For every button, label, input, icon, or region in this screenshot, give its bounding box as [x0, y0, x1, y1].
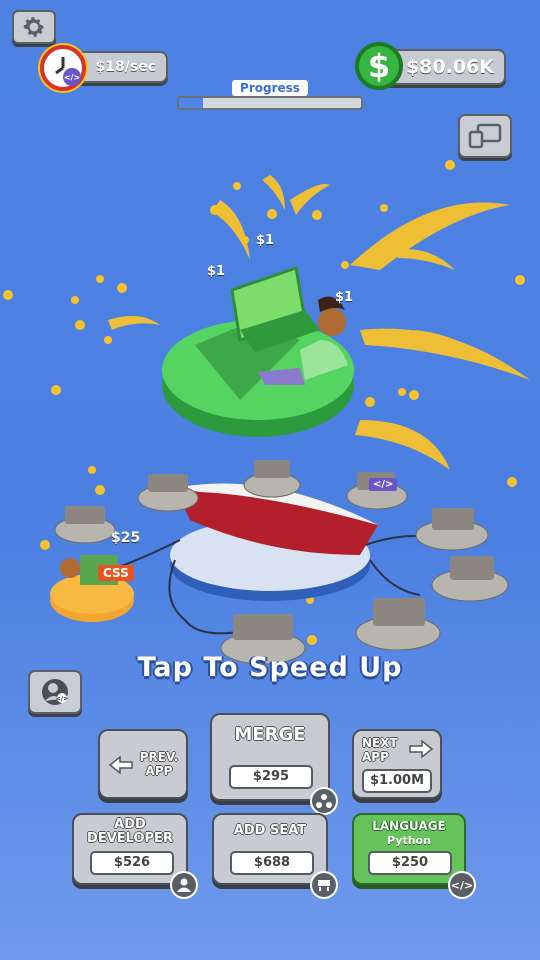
income-rate-text: $18/sec	[95, 59, 156, 75]
progress-bar	[177, 96, 363, 110]
merge-icon	[310, 787, 338, 815]
cash-amount: $80.06K	[405, 56, 494, 78]
profile-button[interactable]: </>	[28, 670, 82, 714]
coin-popup: $1	[335, 290, 354, 305]
settings-button[interactable]	[12, 10, 56, 44]
arrow-right-icon	[409, 739, 434, 759]
svg-text:</>: </>	[56, 696, 68, 703]
dollar-icon: $	[355, 42, 403, 90]
language-button[interactable]: LANGUAGE Python $250 </>	[352, 813, 476, 899]
progress-label: Progress	[232, 80, 308, 96]
coin-popup: $1	[207, 264, 226, 279]
merge-label: MERGE	[234, 724, 306, 745]
merge-price: $295	[229, 765, 313, 789]
prev-app-line1: PREV.	[139, 750, 179, 764]
prev-app-button[interactable]: PREV. APP	[98, 729, 188, 799]
add-developer-price: $526	[90, 851, 174, 875]
clock-code-icon: </>	[40, 45, 86, 91]
next-app-line2: APP	[362, 750, 389, 764]
language-price: $250	[368, 851, 452, 875]
developer-icon	[170, 871, 198, 899]
add-developer-line2: DEVELOPER	[87, 831, 173, 846]
merge-button[interactable]: MERGE $295	[210, 713, 338, 815]
add-seat-label: ADD SEAT	[233, 823, 307, 838]
prev-app-line2: APP	[145, 764, 173, 778]
progress-fill	[179, 98, 203, 108]
next-app-button[interactable]: NEXT APP $1.00M	[352, 729, 442, 799]
code-icon: </>	[448, 871, 476, 899]
code-icon-glyph: </>	[450, 878, 474, 892]
coin-popup: $1	[256, 233, 275, 248]
language-current: Python	[387, 834, 431, 847]
svg-text:</>: </>	[64, 73, 80, 82]
add-seat-button[interactable]: ADD SEAT $688	[212, 813, 338, 899]
devices-button[interactable]	[458, 114, 512, 158]
gear-icon	[23, 17, 45, 37]
next-app-price: $1.00M	[362, 769, 432, 793]
seat-icon	[310, 871, 338, 899]
devices-icon	[468, 123, 502, 149]
css-language-tag: CSS	[98, 565, 134, 581]
next-app-line1: NEXT	[362, 736, 398, 750]
add-seat-price: $688	[230, 851, 314, 875]
code-language-tag: </>	[369, 478, 398, 491]
seat-price-popup: $25	[111, 530, 141, 546]
add-developer-button[interactable]: ADD DEVELOPER $526	[72, 813, 198, 899]
profile-icon: </>	[42, 679, 68, 705]
language-label: LANGUAGE	[372, 819, 446, 833]
dollar-symbol: $	[367, 47, 391, 85]
